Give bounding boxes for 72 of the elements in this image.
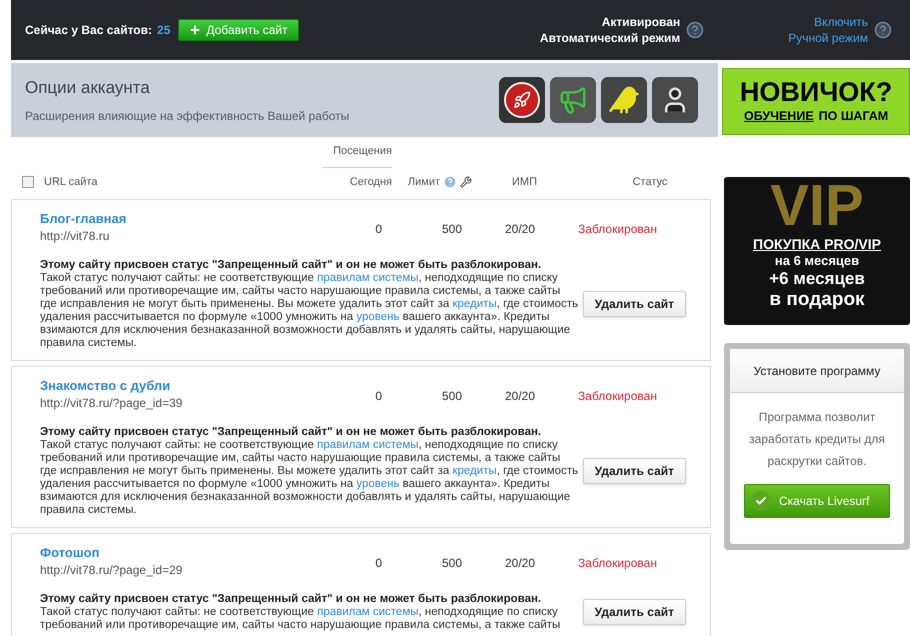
column-heading: Лимит (408, 174, 440, 190)
delete-site-button[interactable]: Удалить сайт (582, 458, 686, 484)
mode-status: Активирован (602, 14, 680, 30)
site-title-link[interactable]: Знакомство с дубли (40, 377, 170, 395)
imp-value: 20/20 (504, 555, 535, 572)
vip-text: в подарок (769, 289, 865, 311)
sites-count-label: Сейчас у Вас сайтов: (25, 22, 152, 39)
limit-value: 500 (440, 555, 462, 572)
vip-text: на 6 месяцев (774, 253, 860, 269)
check-icon (751, 491, 771, 511)
column-heading: Сегодня (350, 174, 392, 190)
notice-text: Этому сайту присвоен статус "Запрещенный сайт" и он не может быть разблокирован. (40, 258, 542, 272)
description-link[interactable]: уровень (356, 478, 400, 490)
today-visits: 0 (374, 555, 382, 572)
person-app-icon[interactable] (652, 77, 698, 123)
vip-banner[interactable]: VIP ПОКУПКА PRO/VIP на 6 месяцев +6 месяцев в подарок (724, 177, 910, 325)
column-heading: ИМП (511, 174, 538, 190)
delete-site-button[interactable]: Удалить сайт (582, 291, 686, 317)
status-text: Заблокирован (577, 221, 658, 238)
plus-icon (189, 24, 202, 36)
site-title-link[interactable]: Фотошоп (40, 544, 100, 562)
vip-text: +6 месяцев (769, 269, 865, 289)
mode-link[interactable]: Ручной режим (788, 30, 868, 46)
column-heading: URL сайта (44, 174, 98, 190)
description-text: Такой статус получают сайты: не соответствующие правилам системы, неподходящие по списку требований или противоречащие им, сайты часто нарушающие правила системы, а также сайты где исправления не могут быть применены. Вы можете удалить этот сайт за кредиты, где стоимость удаления рассчитывается по формуле «1000 умножить на уровень вашего аккаунта». Кредиты взимаются для исключения безнаказанной возможности добавлять и удалять сайты, нарушающие правила системы. (40, 272, 580, 350)
description-link[interactable]: кредиты (452, 465, 497, 477)
mode-name: Автоматический режим (540, 30, 680, 46)
description-link[interactable]: уровень (356, 311, 400, 323)
panel-title: Опции аккаунта (25, 77, 151, 100)
today-visits: 0 (374, 388, 382, 405)
description-link[interactable]: правилам системы (317, 272, 418, 284)
site-url: http://vit78.ru/?page_id=29 (40, 562, 182, 578)
description-link[interactable]: кредиты (452, 298, 497, 310)
help-icon[interactable] (686, 21, 704, 39)
imp-value: 20/20 (504, 388, 535, 405)
banner-underlined-text: ОБУЧЕНИЕ (744, 108, 814, 126)
imp-value: 20/20 (504, 221, 535, 238)
chick-app-icon[interactable] (601, 77, 648, 123)
install-title: Установите программу (754, 362, 880, 380)
banner-headline: НОВИЧОК? (740, 77, 892, 108)
status-text: Заблокирован (577, 388, 658, 405)
site-url: http://vit78.ru/?page_id=39 (40, 395, 182, 411)
sites-count: 25 (157, 22, 170, 39)
description-text: Такой статус получают сайты: не соответствующие правилам системы, неподходящие по списку требований или противоречащие им, сайты часто нарушающие правила системы, а также сайты (40, 606, 562, 632)
rocket-app-icon[interactable] (499, 77, 546, 123)
vip-logo: VIP (770, 177, 864, 235)
select-all-checkbox[interactable] (22, 176, 34, 188)
vip-title: ПОКУПКА PRO/VIP (753, 235, 881, 253)
panel-subtitle: Расширения влияющие на эффективность Вашей работы (25, 108, 350, 125)
megaphone-app-icon[interactable] (550, 77, 596, 123)
notice-text: Этому сайту присвоен статус "Запрещенный сайт" и он не может быть разблокирован. (40, 592, 542, 606)
delete-site-button[interactable]: Удалить сайт (582, 599, 686, 625)
help-icon[interactable] (874, 21, 892, 39)
status-text: Заблокирован (577, 555, 658, 572)
limit-value: 500 (440, 221, 462, 238)
site-title-link[interactable]: Блог-главная (40, 210, 126, 228)
banner-text: ПО ШАГАМ (818, 108, 888, 126)
column-heading: Статус (632, 174, 668, 190)
notice-text: Этому сайту присвоен статус "Запрещенный сайт" и он не может быть разблокирован. (40, 425, 542, 439)
group-heading: Посещения (322, 143, 392, 168)
download-button[interactable]: Скачать Livesurf (744, 484, 890, 518)
limit-value: 500 (440, 388, 462, 405)
site-url: http://vit78.ru (40, 228, 110, 244)
description-link[interactable]: правилам системы (317, 439, 418, 451)
description-link[interactable]: правилам системы (317, 606, 418, 618)
add-site-button[interactable]: Добавить сайт (178, 19, 299, 41)
install-text: Программа позволит заработать кредиты для раскрутки сайтов. (748, 409, 886, 470)
today-visits: 0 (374, 221, 382, 238)
description-text: Такой статус получают сайты: не соответствующие правилам системы, неподходящие по списку требований или противоречащие им, сайты часто нарушающие правила системы, а также сайты где исправления не могут быть применены. Вы можете удалить этот сайт за кредиты, где стоимость удаления рассчитывается по формуле «1000 умножить на уровень вашего аккаунта». Кредиты взимаются для исключения безнаказанной возможности добавлять и удалять сайты, нарушающие правила системы. (40, 439, 580, 517)
beginner-banner[interactable]: НОВИЧОК? ОБУЧЕНИЕ ПО ШАГАМ (722, 68, 910, 135)
enable-link[interactable]: Включить (814, 14, 868, 30)
wrench-icon (460, 176, 472, 188)
